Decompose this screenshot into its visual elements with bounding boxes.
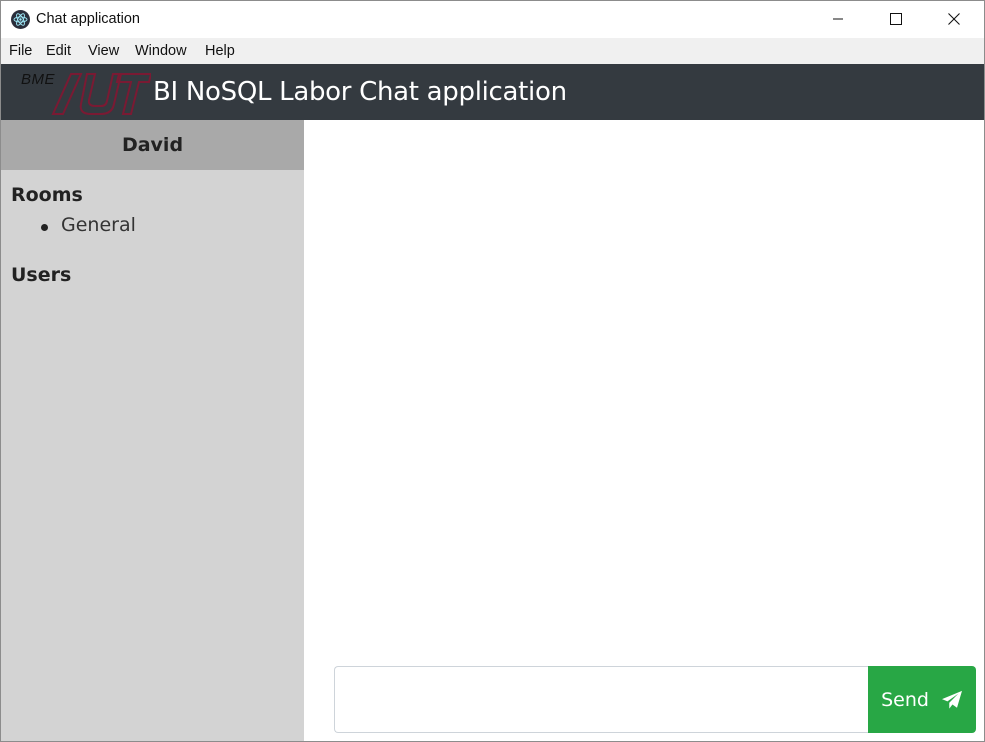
menu-bar: File Edit View Window Help — [1, 38, 984, 64]
bullet-icon — [41, 224, 48, 231]
room-item-label: General — [61, 214, 136, 236]
maximize-button[interactable] — [867, 1, 925, 38]
menu-edit[interactable]: Edit — [46, 43, 71, 59]
room-list: General — [41, 214, 136, 236]
logo-aut-mark — [51, 73, 151, 115]
rooms-heading: Rooms — [11, 184, 83, 206]
menu-file[interactable]: File — [9, 43, 32, 59]
close-button[interactable] — [925, 1, 983, 38]
title-bar[interactable]: Chat application — [1, 1, 984, 38]
sidebar: David Rooms General Users — [1, 120, 304, 741]
maximize-icon — [890, 13, 902, 25]
menu-help[interactable]: Help — [205, 43, 235, 59]
chat-area: Send — [304, 120, 984, 741]
room-item-general[interactable]: General — [41, 214, 136, 236]
close-icon — [948, 13, 960, 25]
current-user-header: David — [1, 120, 304, 170]
app-window: Chat application File Edit View Window H… — [0, 0, 985, 742]
bme-aut-logo: BME — [15, 68, 151, 116]
window-title: Chat application — [36, 11, 140, 27]
send-button-label: Send — [881, 688, 929, 711]
menu-window[interactable]: Window — [135, 43, 187, 59]
menu-view[interactable]: View — [88, 43, 119, 59]
app-header: BME BI NoSQL Labor Chat application — [1, 64, 984, 120]
send-button[interactable]: Send — [868, 666, 976, 733]
electron-icon — [11, 10, 30, 29]
minimize-button[interactable] — [809, 1, 867, 38]
paper-plane-icon — [941, 690, 962, 709]
message-input[interactable] — [334, 666, 869, 733]
message-list — [304, 120, 984, 650]
app-title: BI NoSQL Labor Chat application — [153, 77, 567, 107]
current-user-name: David — [121, 134, 184, 156]
users-heading: Users — [11, 264, 72, 286]
minimize-icon — [833, 18, 843, 20]
